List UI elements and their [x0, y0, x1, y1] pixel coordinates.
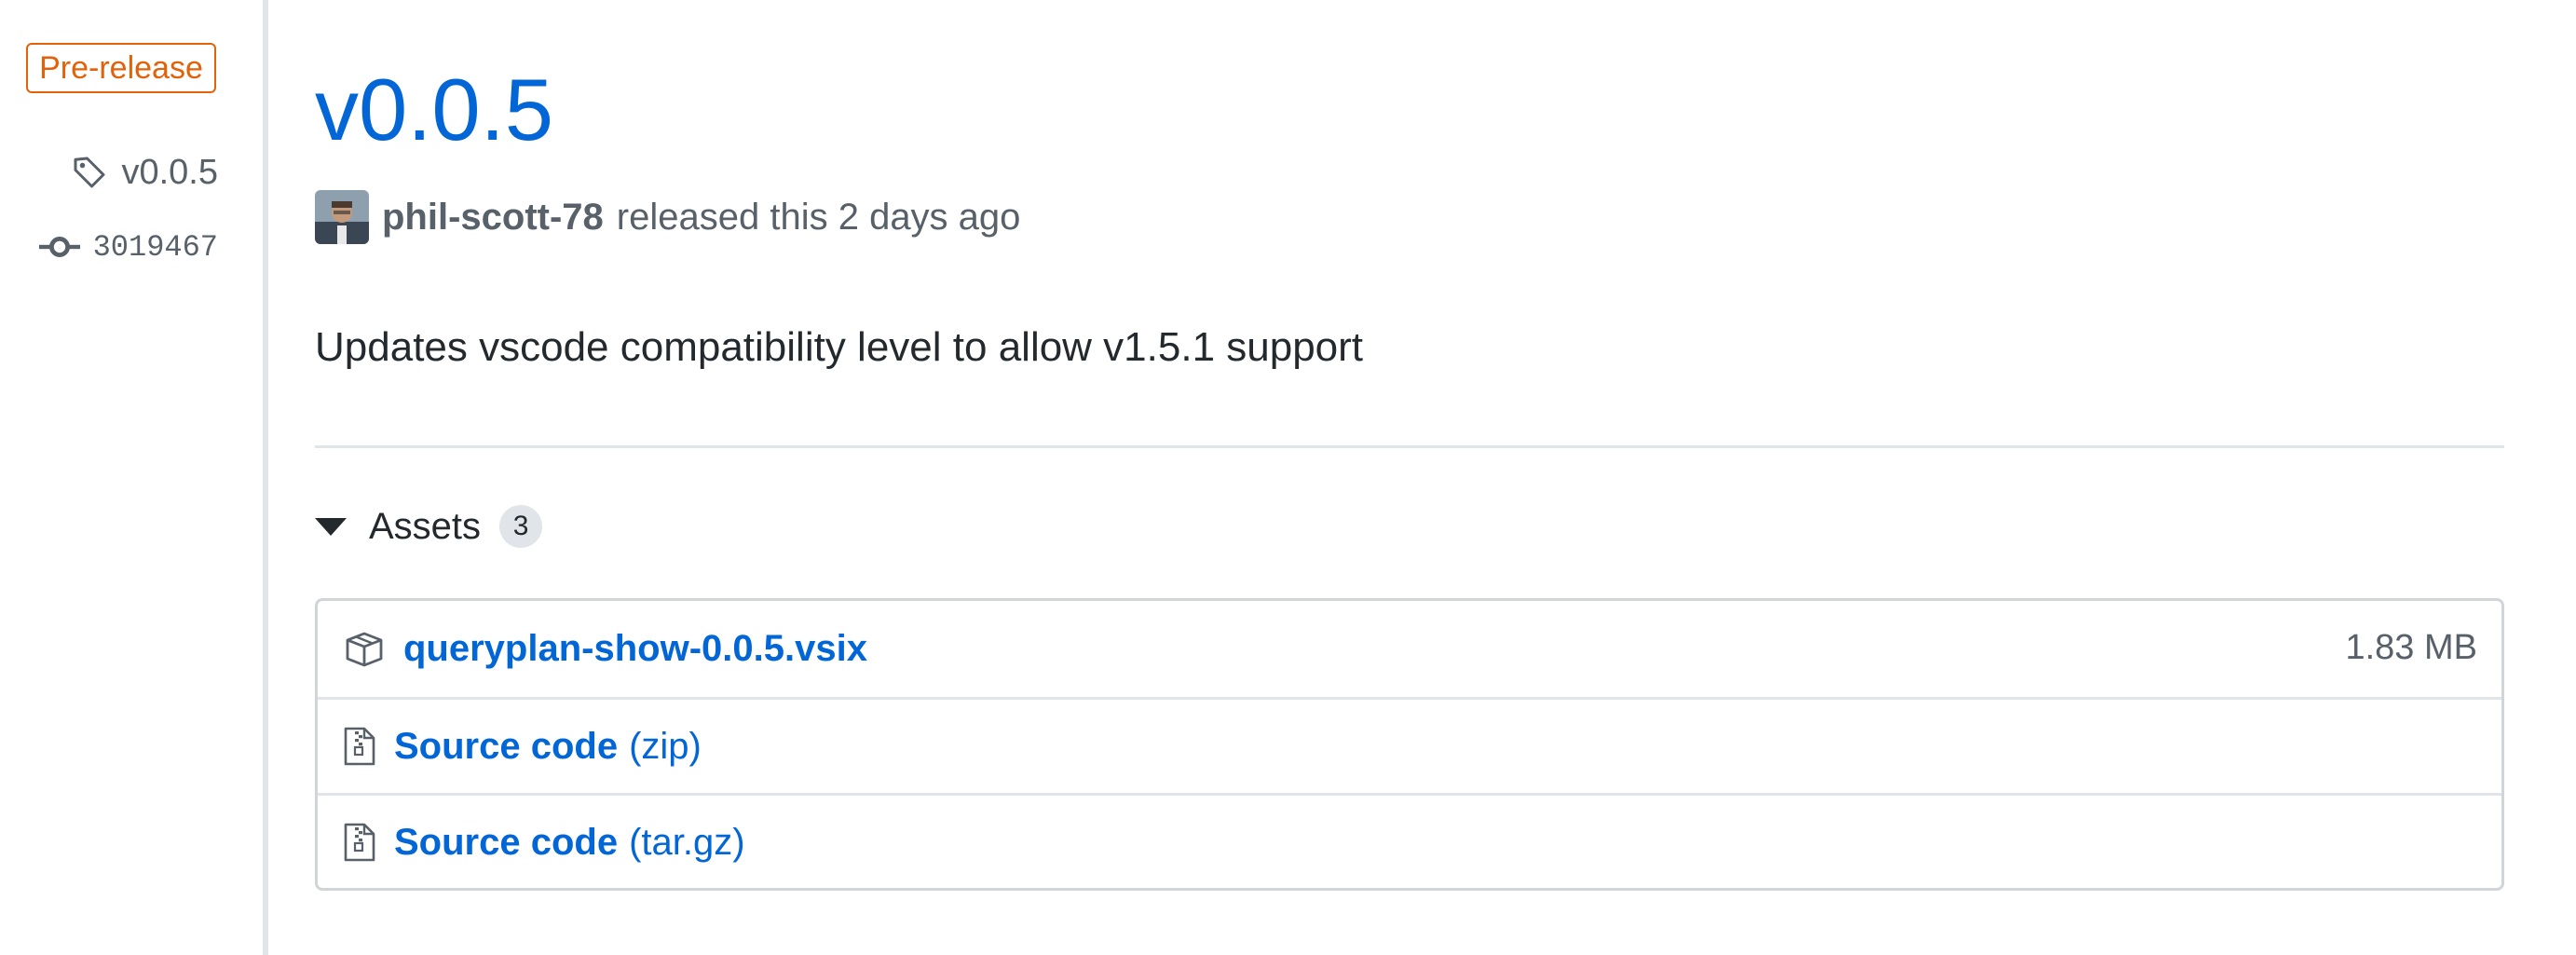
commit-link[interactable]: 3019467	[38, 224, 218, 270]
assets-list: queryplan-show-0.0.5.vsix 1.83 MB Source…	[315, 598, 2504, 891]
assets-toggle[interactable]: Assets 3	[315, 498, 543, 554]
asset-format[interactable]: (tar.gz)	[629, 822, 744, 864]
triangle-down-icon	[315, 517, 347, 536]
source-zip-link[interactable]: Source code	[394, 726, 618, 768]
release-notes: Updates vscode compatibility level to al…	[315, 324, 1364, 370]
released-text: released this 2 days ago	[616, 196, 1021, 238]
release-meta: phil-scott-78 released this 2 days ago	[315, 189, 1020, 245]
release-title[interactable]: v0.0.5	[315, 56, 553, 164]
section-divider	[315, 445, 2504, 448]
prerelease-badge: Pre-release	[26, 43, 216, 93]
asset-size: 1.83 MB	[2345, 628, 2477, 667]
assets-count-badge: 3	[499, 505, 543, 548]
assets-heading: Assets	[369, 505, 482, 547]
asset-row: queryplan-show-0.0.5.vsix 1.83 MB	[318, 601, 2501, 697]
avatar[interactable]	[315, 190, 369, 244]
file-zip-icon	[344, 727, 375, 766]
tag-label: v0.0.5	[121, 152, 218, 192]
author-link[interactable]: phil-scott-78	[382, 197, 604, 239]
asset-name: Source code	[394, 725, 619, 767]
release-sidebar: Pre-release v0.0.5 3019467	[0, 0, 263, 955]
asset-download-link[interactable]: queryplan-show-0.0.5.vsix	[403, 628, 867, 670]
release-main: v0.0.5 phil-scott-78 released this 2 day…	[315, 0, 2504, 955]
tag-icon	[71, 154, 108, 191]
asset-name: Source code	[394, 821, 619, 863]
tag-link[interactable]: v0.0.5	[71, 149, 218, 196]
source-targz-link[interactable]: Source code	[394, 822, 618, 864]
asset-name: queryplan-show-0.0.5.vsix	[403, 628, 867, 669]
file-zip-icon	[344, 823, 375, 862]
asset-row: Source code (zip)	[318, 697, 2501, 793]
asset-row: Source code (tar.gz)	[318, 793, 2501, 889]
git-commit-icon	[38, 233, 80, 261]
timeline-divider	[263, 0, 268, 955]
package-icon	[344, 631, 385, 668]
commit-sha: 3019467	[92, 229, 218, 265]
asset-format[interactable]: (zip)	[629, 726, 702, 768]
